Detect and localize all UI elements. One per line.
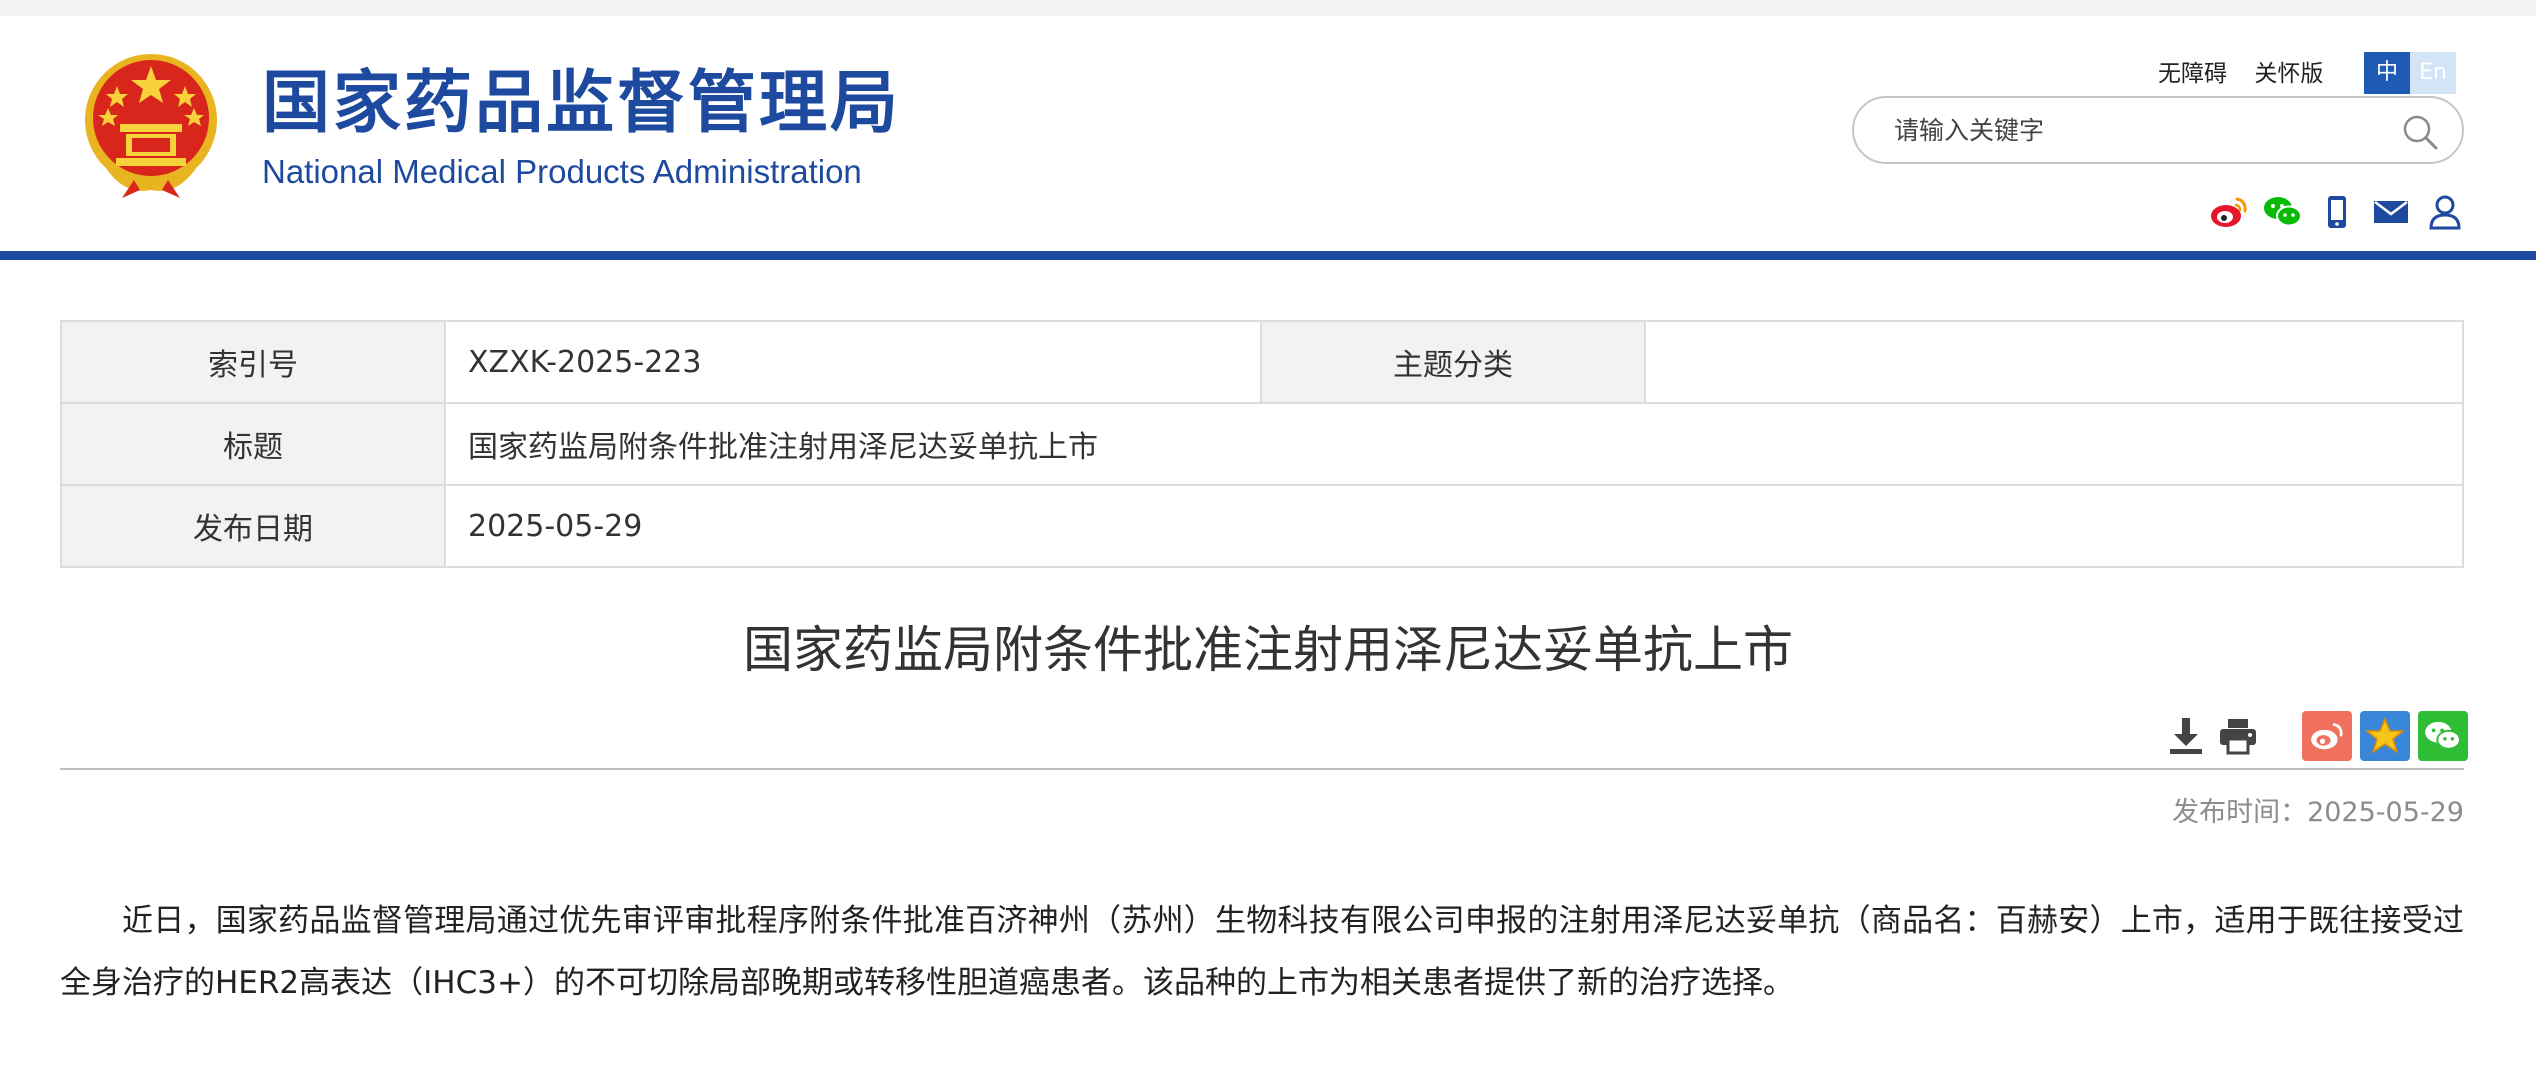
site-title[interactable]: 国家药品监督管理局 — [262, 64, 901, 144]
title-label: 标题 — [60, 402, 446, 486]
elder-mode-link[interactable]: 关怀版 — [2254, 61, 2323, 87]
print-icon[interactable] — [2212, 710, 2264, 762]
search-input[interactable] — [1894, 110, 2374, 150]
publish-time: 发布时间：2025-05-29 — [2172, 797, 2464, 828]
lang-zh-button[interactable]: 中 — [2364, 52, 2410, 94]
article-body: 近日，国家药品监督管理局通过优先审评审批程序附条件批准百济神州（苏州）生物科技有… — [60, 903, 2464, 1001]
topic-value — [1644, 320, 2464, 404]
date-label: 发布日期 — [60, 484, 446, 568]
share-wechat-icon[interactable] — [2418, 711, 2468, 761]
mobile-icon[interactable] — [2316, 192, 2358, 232]
top-strip — [0, 0, 2536, 16]
weibo-icon[interactable] — [2208, 192, 2250, 232]
site-header: 国家药品监督管理局 National Medical Products Admi… — [0, 16, 2536, 251]
article-title: 国家药监局附条件批准注射用泽尼达妥单抗上市 — [743, 621, 1793, 679]
accessibility-link[interactable]: 无障碍 — [2158, 61, 2227, 87]
info-row-title: 标题 国家药监局附条件批准注射用泽尼达妥单抗上市 — [60, 402, 2464, 486]
topic-label: 主题分类 — [1260, 320, 1646, 404]
title-value: 国家药监局附条件批准注射用泽尼达妥单抗上市 — [444, 402, 2464, 486]
search-box — [1852, 96, 2464, 164]
index-label: 索引号 — [60, 320, 446, 404]
info-table: 索引号 XZXK-2025-223 主题分类 标题 国家药监局附条件批准注射用泽… — [60, 320, 2464, 568]
article-divider — [60, 768, 2464, 770]
share-qzone-icon[interactable] — [2360, 711, 2410, 761]
index-value: XZXK-2025-223 — [444, 320, 1262, 404]
top-links: 无障碍 关怀版 — [2158, 54, 2343, 88]
download-icon[interactable] — [2160, 710, 2212, 762]
info-row-date: 发布日期 2025-05-29 — [60, 484, 2464, 568]
language-switch: 中 En — [2364, 52, 2456, 94]
site-subtitle[interactable]: National Medical Products Administration — [262, 152, 862, 192]
wechat-icon[interactable] — [2262, 192, 2304, 232]
article-tools — [2160, 710, 2468, 762]
search-icon[interactable] — [2400, 112, 2440, 152]
mail-icon[interactable] — [2370, 192, 2412, 232]
info-row-index: 索引号 XZXK-2025-223 主题分类 — [60, 320, 2464, 404]
lang-en-button[interactable]: En — [2410, 52, 2456, 94]
user-icon[interactable] — [2424, 192, 2466, 232]
share-weibo-icon[interactable] — [2302, 711, 2352, 761]
national-emblem-logo — [85, 54, 217, 198]
social-links — [2196, 192, 2466, 232]
date-value: 2025-05-29 — [444, 484, 2464, 568]
header-divider — [0, 251, 2536, 260]
